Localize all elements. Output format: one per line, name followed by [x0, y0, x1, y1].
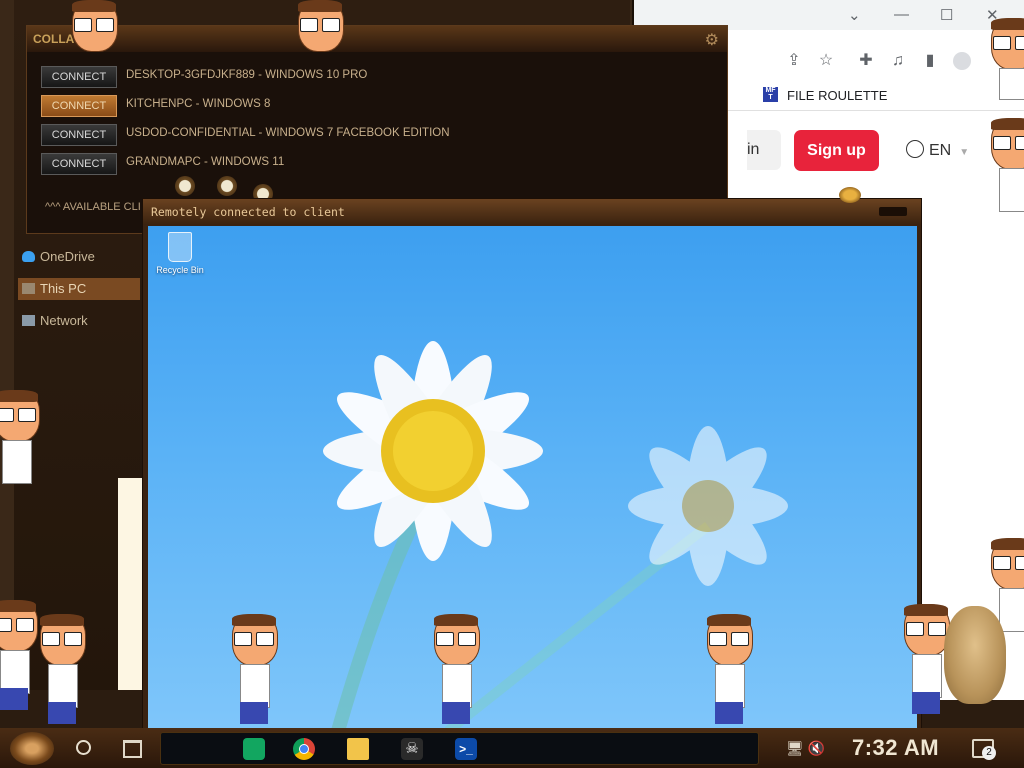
- skull-icon[interactable]: ☠: [401, 738, 423, 760]
- file-explorer-icon[interactable]: [347, 738, 369, 760]
- hank-sticker: [0, 390, 44, 500]
- chrome-icon[interactable]: [293, 738, 315, 760]
- remote-titlebar: Remotely connected to client: [143, 199, 921, 225]
- start-button[interactable]: [10, 732, 54, 765]
- search-icon[interactable]: [76, 740, 91, 755]
- connect-button[interactable]: CONNECT: [41, 124, 117, 146]
- connect-button[interactable]: CONNECT: [41, 95, 117, 117]
- remote-window-title: Remotely connected to client: [151, 205, 345, 219]
- client-name: GRANDMAPC - WINDOWS 11: [126, 156, 285, 168]
- hamster-sticker: [944, 606, 1006, 704]
- minimize-button[interactable]: [879, 207, 907, 216]
- star-icon[interactable]: ☆: [817, 52, 835, 70]
- hank-sticker: [428, 614, 484, 724]
- bee-icon: [839, 187, 861, 203]
- hank-sticker: [292, 0, 348, 60]
- bookmark-file-roulette[interactable]: FILE ROULETTE: [787, 88, 887, 103]
- client-name: DESKTOP-3GFDJKF889 - WINDOWS 10 PRO: [126, 69, 368, 81]
- connect-button[interactable]: CONNECT: [41, 66, 117, 88]
- network-icon: [22, 315, 35, 326]
- client-name: KITCHENPC - WINDOWS 8: [126, 98, 271, 110]
- notification-count-badge: 2: [982, 746, 996, 760]
- this-pc-icon: [22, 283, 35, 294]
- signin-button[interactable]: in: [747, 130, 781, 170]
- signup-button[interactable]: Sign up: [794, 130, 879, 171]
- gauge-icon: [175, 176, 195, 196]
- recycle-bin-shortcut[interactable]: Recycle Bin: [154, 232, 206, 275]
- profile-icon[interactable]: [953, 52, 971, 70]
- connect-button[interactable]: CONNECT: [41, 153, 117, 175]
- recycle-bin-icon: [168, 232, 192, 262]
- language-selector[interactable]: EN ▼: [906, 140, 969, 160]
- nav-label: OneDrive: [40, 249, 95, 264]
- caret-down-icon: ▼: [959, 147, 970, 158]
- available-clients-label: ^^^ AVAILABLE CLI: [45, 201, 141, 213]
- client-name: USDOD-CONFIDENTIAL - WINDOWS 7 FACEBOOK …: [126, 127, 450, 139]
- file-roulette-favicon: MF T: [763, 87, 778, 102]
- nav-item-onedrive[interactable]: OneDrive: [18, 246, 140, 268]
- side-panel-icon[interactable]: ▮: [921, 52, 939, 70]
- onedrive-icon: [22, 251, 35, 262]
- share-icon[interactable]: ⇪: [785, 52, 803, 70]
- nav-label: This PC: [40, 281, 87, 296]
- taskbar-apps: ☠ >_: [160, 732, 759, 765]
- minimize-button[interactable]: —: [894, 6, 909, 23]
- client-list-titlebar: COLLA ⚙: [27, 26, 727, 52]
- chevron-down-icon[interactable]: ⌄: [848, 6, 861, 24]
- hank-sticker: [34, 614, 90, 724]
- gauge-icon: [217, 176, 237, 196]
- nav-item-this-pc[interactable]: This PC: [18, 278, 140, 300]
- nav-label: Network: [40, 313, 88, 328]
- hank-sticker: [701, 614, 757, 724]
- hank-sticker: [985, 118, 1024, 228]
- taskbar: ☠ >_ 🖥 🔇 7:32 AM 2: [0, 728, 1024, 768]
- powershell-icon[interactable]: >_: [455, 738, 477, 760]
- hank-sticker: [66, 0, 122, 60]
- hank-sticker: [226, 614, 282, 724]
- extensions-icon[interactable]: ✚: [857, 52, 875, 70]
- gear-icon[interactable]: ⚙: [705, 30, 719, 50]
- nav-item-network[interactable]: Network: [18, 310, 140, 332]
- hank-sticker: [985, 18, 1024, 108]
- globe-icon: [906, 140, 924, 158]
- language-label: EN: [929, 142, 952, 159]
- system-tray-icons[interactable]: 🖥 🔇: [786, 740, 825, 757]
- sheets-icon[interactable]: [243, 738, 265, 760]
- media-icon[interactable]: ♫: [889, 52, 907, 70]
- task-view-icon[interactable]: [123, 740, 142, 758]
- maximize-button[interactable]: ☐: [940, 6, 953, 24]
- taskbar-clock[interactable]: 7:32 AM: [852, 735, 939, 761]
- recycle-bin-label: Recycle Bin: [156, 265, 204, 275]
